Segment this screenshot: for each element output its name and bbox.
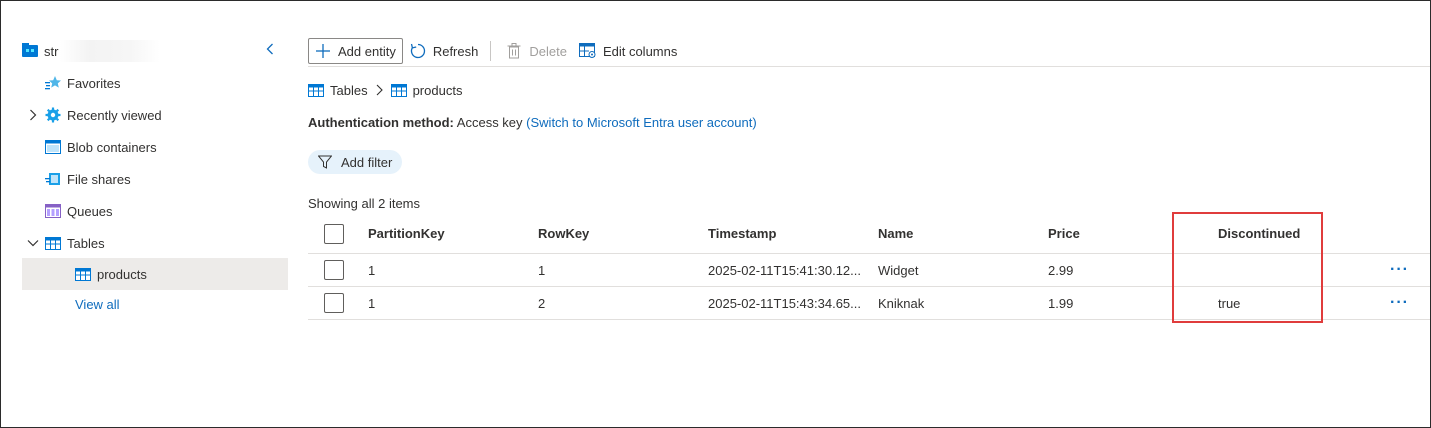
- more-actions-button[interactable]: ···: [1390, 254, 1409, 286]
- table-icon: [390, 82, 407, 98]
- storage-account-icon: [22, 42, 38, 60]
- toolbar: Add entity Refresh Delete Edit columns: [308, 36, 1430, 66]
- chevron-down-icon[interactable]: [24, 234, 42, 252]
- sidebar-item-favorites[interactable]: Favorites: [22, 67, 288, 99]
- edit-columns-label: Edit columns: [602, 43, 678, 59]
- chevron-right-icon: [376, 84, 383, 96]
- trash-icon: [505, 42, 523, 60]
- auth-method: Authentication method: Access key (Switc…: [308, 115, 757, 130]
- filter-icon: [318, 155, 332, 169]
- plus-icon: [314, 42, 332, 60]
- table-icon: [74, 265, 92, 283]
- table-icon: [308, 82, 324, 98]
- table-cell: Kniknak: [878, 295, 925, 311]
- add-filter-button[interactable]: Add filter: [308, 150, 403, 174]
- select-all-checkbox[interactable]: [324, 223, 344, 244]
- table-cell: 1: [538, 262, 546, 278]
- view-all-link[interactable]: View all: [75, 297, 120, 312]
- sidebar-item-label: products: [97, 266, 147, 282]
- storage-account-header[interactable]: str: [22, 40, 160, 62]
- star-icon: [44, 74, 62, 92]
- table-cell: true: [1218, 295, 1241, 311]
- table-cell: 1: [368, 262, 376, 278]
- table-icon: [44, 234, 62, 252]
- toolbar-divider: [490, 41, 492, 61]
- row-checkbox[interactable]: [324, 260, 344, 280]
- breadcrumb: Tables products: [308, 81, 462, 99]
- sidebar-item-file-shares[interactable]: File shares: [22, 163, 288, 195]
- column-header[interactable]: Price: [1048, 214, 1080, 253]
- table-cell: 2025-02-11T15:41:30.12...: [708, 262, 861, 278]
- sidebar-item-label: File shares: [67, 171, 131, 187]
- table-cell: 2.99: [1048, 262, 1074, 278]
- breadcrumb-products: products: [412, 82, 463, 98]
- column-header[interactable]: Timestamp: [708, 214, 776, 253]
- add-filter-label: Add filter: [341, 154, 393, 170]
- table-cell: 1: [368, 295, 376, 311]
- queue-icon: [44, 202, 62, 220]
- sidebar-item-label: Blob containers: [67, 139, 157, 155]
- column-header[interactable]: Discontinued: [1218, 214, 1300, 253]
- sidebar-item-queues[interactable]: Queues: [22, 195, 288, 227]
- sidebar-item-label: Favorites: [67, 75, 121, 91]
- sidebar-item-label: Recently viewed: [67, 107, 162, 123]
- gear-icon: [44, 106, 62, 124]
- edit-columns-icon: [578, 42, 597, 60]
- item-count: Showing all 2 items: [308, 196, 420, 211]
- sidebar-item-label: Queues: [67, 203, 113, 219]
- row-checkbox[interactable]: [324, 293, 344, 313]
- sidebar-item-tables[interactable]: Tables: [22, 227, 288, 259]
- refresh-button[interactable]: Refresh: [403, 38, 485, 64]
- redacted-blur: [60, 40, 160, 62]
- switch-auth-link[interactable]: (Switch to Microsoft Entra user account): [526, 115, 756, 130]
- table-cell: 2: [538, 295, 546, 311]
- column-header[interactable]: PartitionKey: [368, 214, 445, 253]
- column-header[interactable]: Name: [878, 214, 913, 253]
- sidebar-item-products[interactable]: products: [22, 258, 288, 290]
- chevron-left-icon: [266, 43, 274, 58]
- add-entity-button[interactable]: Add entity: [308, 38, 403, 64]
- column-header[interactable]: RowKey: [538, 214, 589, 253]
- main-panel: Add entity Refresh Delete Edit columns T…: [308, 0, 1430, 428]
- sidebar-item-label: Tables: [67, 235, 105, 251]
- auth-method-label: Authentication method:: [308, 115, 454, 130]
- table-cell: Widget: [878, 262, 919, 278]
- storage-account-name: str: [44, 43, 59, 59]
- table-cell: 2025-02-11T15:43:34.65...: [708, 295, 861, 311]
- file-share-icon: [44, 170, 62, 188]
- sidebar-item-blob-containers[interactable]: Blob containers: [22, 131, 288, 163]
- collapse-sidebar-button[interactable]: [262, 41, 278, 59]
- entities-table: PartitionKey RowKey Timestamp Name Price…: [308, 214, 1430, 320]
- delete-button[interactable]: Delete: [499, 38, 573, 64]
- table-header-row: PartitionKey RowKey Timestamp Name Price…: [308, 214, 1430, 254]
- toolbar-divider-line: [308, 66, 1430, 67]
- sidebar: str Favorites Recently viewed Blob conta…: [0, 0, 295, 428]
- edit-columns-button[interactable]: Edit columns: [573, 38, 683, 64]
- refresh-label: Refresh: [432, 43, 479, 59]
- auth-method-value: Access key: [456, 115, 523, 130]
- table-row[interactable]: 1 1 2025-02-11T15:41:30.12... Widget 2.9…: [308, 254, 1430, 287]
- chevron-right-icon[interactable]: [24, 106, 42, 124]
- table-row[interactable]: 1 2 2025-02-11T15:43:34.65... Kniknak 1.…: [308, 287, 1430, 320]
- delete-label: Delete: [529, 43, 567, 59]
- refresh-icon: [409, 42, 427, 60]
- sidebar-item-recently-viewed[interactable]: Recently viewed: [22, 99, 288, 131]
- add-entity-label: Add entity: [338, 43, 396, 59]
- more-actions-button[interactable]: ···: [1390, 287, 1409, 319]
- table-cell: 1.99: [1048, 295, 1074, 311]
- blob-container-icon: [44, 138, 62, 156]
- breadcrumb-tables[interactable]: Tables: [330, 83, 368, 98]
